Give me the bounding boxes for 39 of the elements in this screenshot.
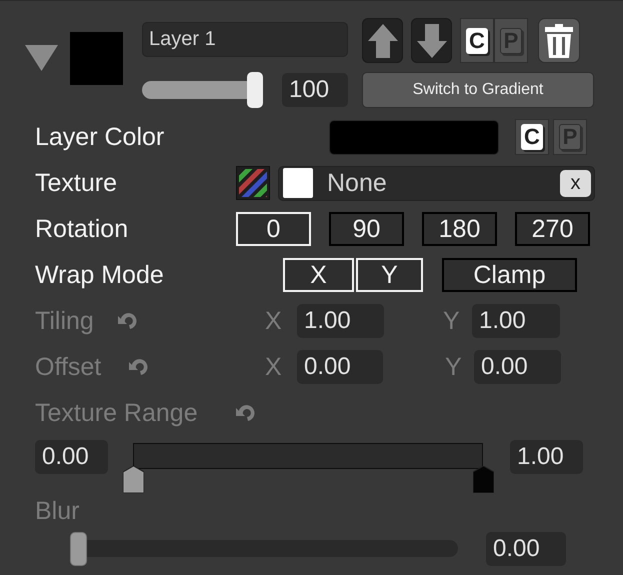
- blur-slider[interactable]: [70, 532, 458, 566]
- copy-button[interactable]: C: [460, 18, 494, 63]
- rotation-option[interactable]: 90: [329, 212, 404, 246]
- x-axis-label: X: [265, 352, 283, 382]
- texture-icon[interactable]: [236, 166, 270, 200]
- range-track[interactable]: [133, 443, 483, 469]
- reset-icon[interactable]: [116, 310, 138, 332]
- move-down-button[interactable]: [411, 18, 452, 63]
- wrap-mode-option[interactable]: Y: [356, 258, 423, 292]
- collapse-triangle-icon[interactable]: [25, 43, 58, 71]
- opacity-value-field[interactable]: 100: [282, 73, 348, 107]
- clear-button[interactable]: x: [560, 170, 591, 196]
- move-up-button[interactable]: [362, 18, 403, 63]
- offset-label: Offset: [35, 352, 102, 382]
- tiling-label: Tiling: [35, 306, 94, 336]
- wrap-mode-option[interactable]: X: [283, 258, 354, 292]
- texture-range-label: Texture Range: [35, 398, 198, 428]
- texture-label: Texture: [35, 168, 118, 198]
- reset-icon[interactable]: [127, 356, 150, 378]
- opacity-slider[interactable]: [142, 72, 263, 108]
- wrap-mode-label: Wrap Mode: [35, 260, 165, 290]
- switch-to-gradient-button[interactable]: Switch to Gradient: [362, 72, 594, 108]
- texture-field[interactable]: None x: [278, 166, 595, 200]
- color-field[interactable]: [329, 120, 499, 154]
- rotation-option[interactable]: 0: [236, 212, 311, 246]
- copy-button[interactable]: C: [515, 119, 549, 155]
- layer-swatch[interactable]: [70, 32, 123, 85]
- blur-label: Blur: [35, 496, 80, 526]
- layer-color-label: Layer Color: [35, 122, 166, 152]
- wrap-mode-option[interactable]: Clamp: [442, 258, 577, 292]
- rotation-label: Rotation: [35, 214, 130, 244]
- rotation-option[interactable]: 270: [515, 212, 590, 246]
- rotation-option[interactable]: 180: [422, 212, 497, 246]
- x-axis-label: X: [265, 306, 283, 336]
- delete-button[interactable]: [538, 18, 580, 63]
- y-axis-label: Y: [443, 306, 461, 336]
- layer-name-field[interactable]: Layer 1: [142, 22, 348, 57]
- reset-icon[interactable]: [234, 402, 256, 424]
- y-axis-label: Y: [445, 352, 463, 382]
